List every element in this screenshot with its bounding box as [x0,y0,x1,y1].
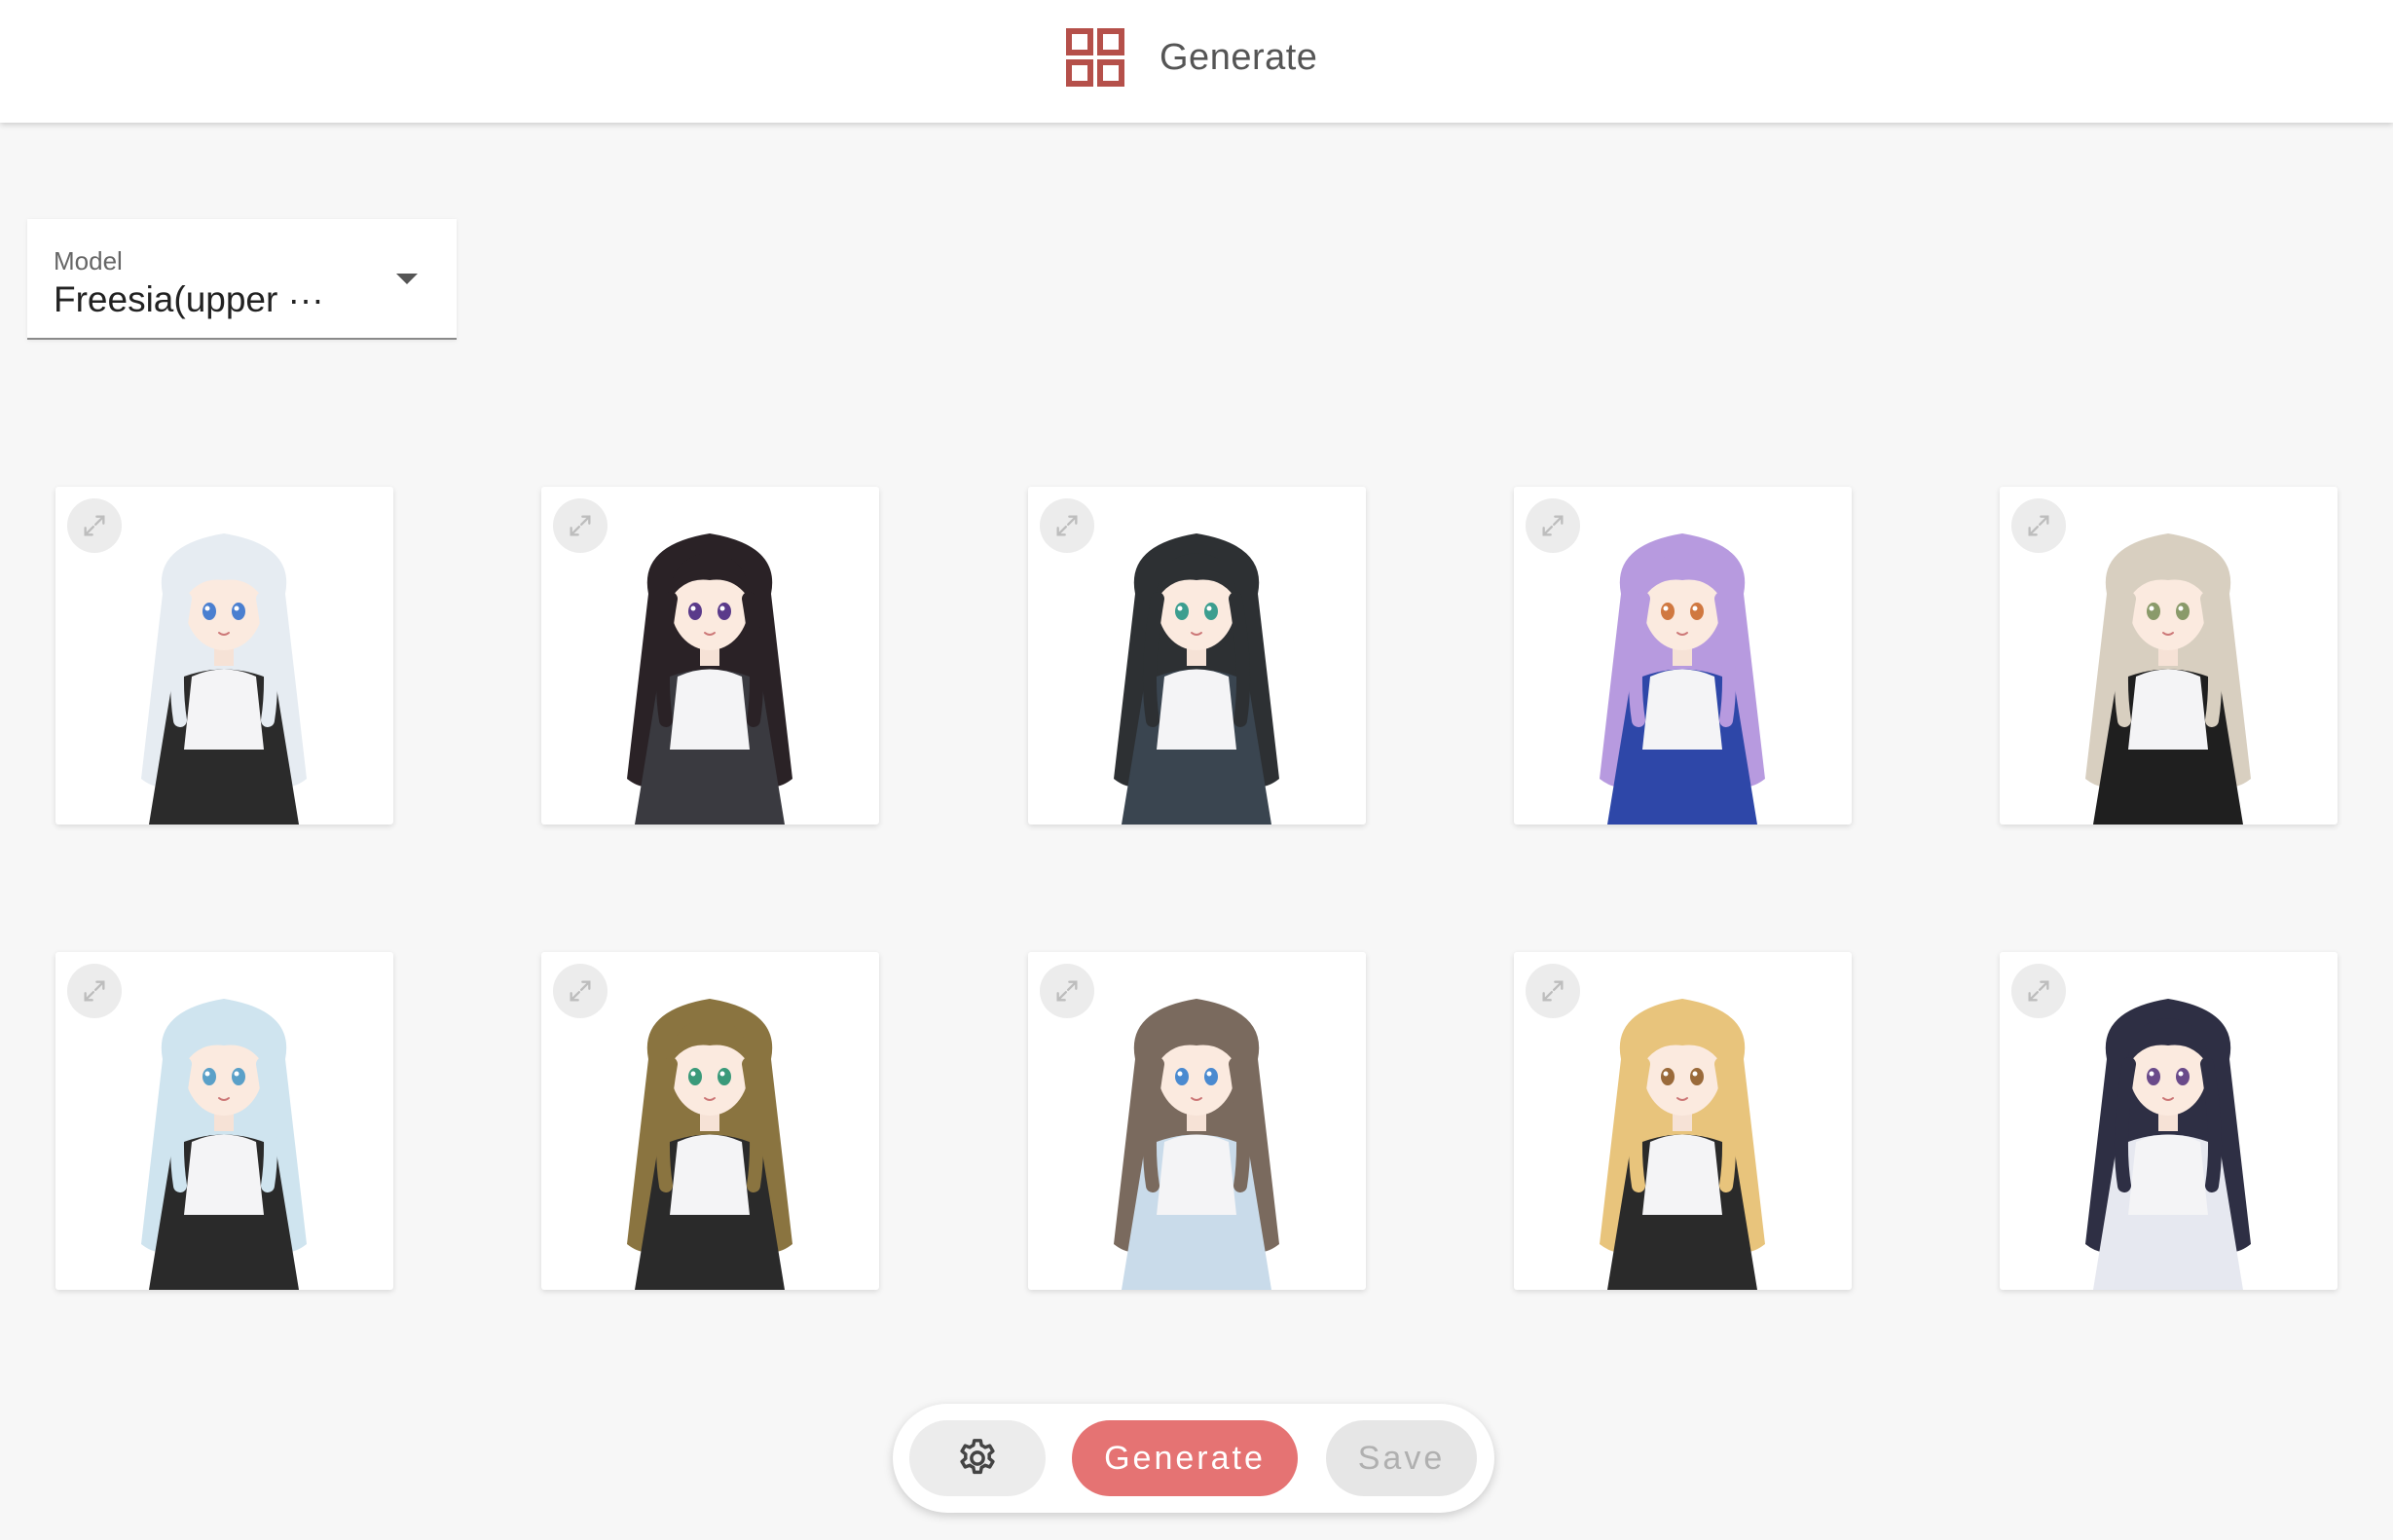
expand-button[interactable] [553,964,607,1018]
expand-button[interactable] [67,964,122,1018]
model-select[interactable]: Model Freesia(upper ··· [27,219,457,340]
expand-button[interactable] [1526,498,1580,553]
generated-image-card[interactable] [55,487,393,825]
model-select-label: Model [54,246,123,275]
settings-button[interactable] [909,1420,1046,1496]
model-select-value: Freesia(upper ··· [54,279,324,319]
save-button[interactable]: Save [1326,1420,1477,1496]
generated-image-card[interactable] [1028,952,1366,1290]
expand-icon [1542,980,1564,1002]
generated-image-card[interactable] [1028,487,1366,825]
generated-image-card[interactable] [55,952,393,1290]
generated-image-card[interactable] [2000,487,2338,825]
header-brand[interactable]: Generate [1066,27,1317,88]
generated-image-card[interactable] [541,487,879,825]
expand-icon [84,515,105,536]
expand-button[interactable] [2011,498,2066,553]
expand-button[interactable] [553,498,607,553]
grid-icon [1066,28,1124,87]
expand-icon [570,980,591,1002]
expand-icon [2028,980,2049,1002]
generated-image-card[interactable] [1514,487,1852,825]
expand-icon [1542,515,1564,536]
top-app-bar: Generate [0,0,2393,123]
dropdown-caret-icon [396,274,418,284]
generate-button[interactable]: Generate [1072,1420,1298,1496]
expand-icon [570,515,591,536]
generated-image-card[interactable] [541,952,879,1290]
expand-button[interactable] [2011,964,2066,1018]
expand-icon [2028,515,2049,536]
expand-button[interactable] [1040,964,1094,1018]
expand-button[interactable] [67,498,122,553]
gear-icon [960,1439,995,1475]
action-bar: Generate Save [893,1404,1494,1513]
expand-icon [1056,515,1078,536]
generated-image-card[interactable] [2000,952,2338,1290]
expand-button[interactable] [1526,964,1580,1018]
expand-button[interactable] [1040,498,1094,553]
page-title: Generate [1160,36,1318,78]
expand-icon [1056,980,1078,1002]
expand-icon [84,980,105,1002]
generated-image-card[interactable] [1514,952,1852,1290]
